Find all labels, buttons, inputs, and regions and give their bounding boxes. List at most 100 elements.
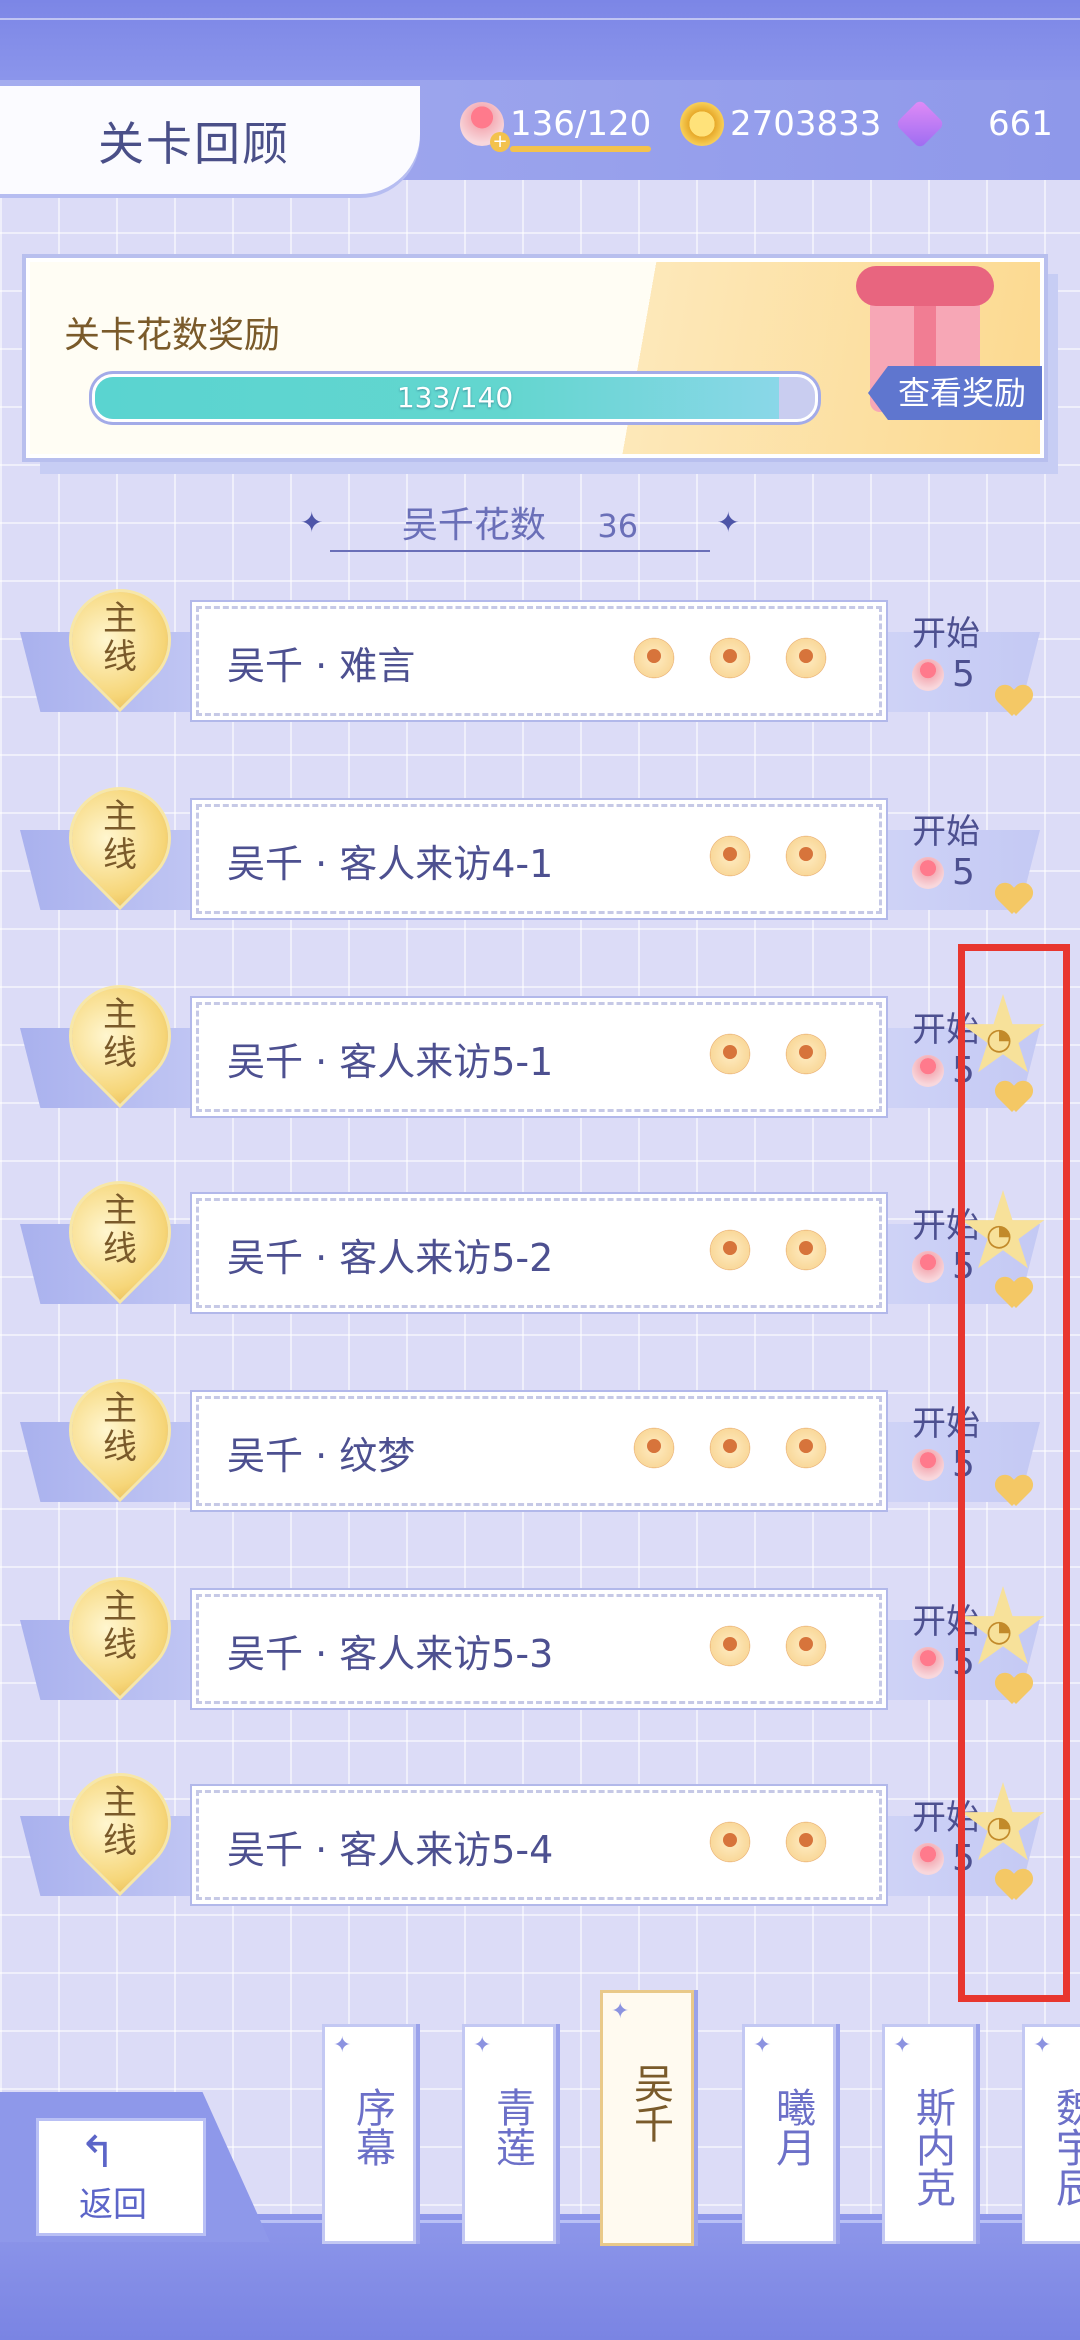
level-card[interactable]: 吴千 · 客人来访5-3 <box>196 1594 882 1704</box>
flower-rating <box>695 1807 841 1877</box>
sparkle-icon: ✦ <box>333 2033 352 2058</box>
level-row[interactable]: 吴千 · 客人来访5-2 主线 开始 5 ◔ <box>20 1164 1045 1328</box>
back-label: 返回 <box>79 2185 147 2225</box>
level-name: 吴千 · 客人来访5-4 <box>227 1828 554 1872</box>
start-button[interactable]: 开始 5 <box>900 804 1040 910</box>
section-title: 吴千花数 <box>401 505 546 546</box>
tab-label: 魏宇辰 <box>1049 2087 1080 2207</box>
tab-label: 曦月 <box>769 2087 815 2167</box>
flower-icon <box>695 1215 765 1285</box>
heart-icon <box>996 686 1032 718</box>
tab-chapter[interactable]: ✦ 魏宇辰 <box>1022 2024 1080 2244</box>
main-story-tag: 主线 <box>52 770 188 910</box>
cake-icon <box>912 1842 944 1875</box>
view-reward-button[interactable]: 查看奖励 <box>867 366 1042 420</box>
cake-icon <box>912 1646 944 1679</box>
level-name: 吴千 · 客人来访4-1 <box>227 842 554 886</box>
tab-chapter[interactable]: ✦ 青莲 <box>462 2024 556 2244</box>
level-row[interactable]: 吴千 · 纹梦 主线 开始 5 <box>20 1362 1040 1526</box>
level-card[interactable]: 吴千 · 客人来访5-1 <box>196 1002 882 1112</box>
flower-icon <box>695 1611 765 1681</box>
sparkle-icon: ✦ <box>300 506 324 539</box>
level-card[interactable]: 吴千 · 客人来访4-1 <box>196 804 882 914</box>
flower-icon <box>771 1611 841 1681</box>
flower-icon <box>771 623 841 693</box>
gem-counter[interactable]: 661 <box>895 98 1068 150</box>
cost-value: 5 <box>952 852 975 893</box>
stamina-cost: 5 <box>912 852 975 893</box>
flower-rating <box>619 1413 841 1483</box>
section-header: ✦ 吴千花数 36 ✦ <box>300 496 740 552</box>
level-row[interactable]: 吴千 · 客人来访5-1 主线 开始 5 ◔ <box>20 968 1045 1132</box>
level-row[interactable]: 吴千 · 客人来访4-1 主线 开始 5 <box>20 770 1040 934</box>
level-row[interactable]: 吴千 · 难言 主线 开始 5 <box>20 572 1040 736</box>
flower-icon <box>619 623 689 693</box>
tag-label: 主线 <box>103 995 137 1073</box>
sparkle-icon: ✦ <box>473 2033 492 2058</box>
cake-icon <box>912 1250 944 1283</box>
flower-rating <box>695 1019 841 1089</box>
sparkle-icon: ✦ <box>611 1999 630 2024</box>
back-button[interactable]: ↰ 返回 <box>36 2118 206 2236</box>
sparkle-icon: ✦ <box>893 2033 912 2058</box>
flower-icon <box>771 1215 841 1285</box>
progress-text: 133/140 <box>396 381 514 414</box>
flower-rating <box>695 1611 841 1681</box>
flower-icon <box>695 623 765 693</box>
start-button[interactable]: 开始 5 <box>900 606 1040 712</box>
tag-label: 主线 <box>103 1783 137 1861</box>
flower-icon <box>771 821 841 891</box>
coin-value: 2703833 <box>730 104 882 144</box>
back-arrow-icon: ↰ <box>79 2127 116 2178</box>
tab-chapter[interactable]: ✦ 曦月 <box>742 2024 836 2244</box>
tab-label: 吴千 <box>627 2063 673 2143</box>
stamina-cost: 5 <box>912 654 975 695</box>
flower-icon <box>619 1413 689 1483</box>
level-row[interactable]: 吴千 · 客人来访5-3 主线 开始 5 ◔ <box>20 1560 1045 1724</box>
tab-chapter[interactable]: ✦ 吴千 <box>600 1990 694 2246</box>
main-story-tag: 主线 <box>52 968 188 1108</box>
highlight-box <box>958 944 1070 2002</box>
flower-icon <box>695 1019 765 1089</box>
cake-icon <box>912 1448 944 1481</box>
sparkle-icon: ✦ <box>753 2033 772 2058</box>
level-name: 吴千 · 客人来访5-3 <box>227 1632 554 1676</box>
tag-label: 主线 <box>103 1389 137 1467</box>
reward-banner: 关卡花数奖励 133/140 查看奖励 <box>26 258 1044 458</box>
section-count: 36 <box>597 507 639 545</box>
tab-label: 序幕 <box>349 2087 395 2167</box>
tab-chapter[interactable]: ✦ 斯内克 <box>882 2024 976 2244</box>
stamina-counter[interactable]: + 136/120 <box>460 98 652 152</box>
level-card[interactable]: 吴千 · 难言 <box>196 606 882 716</box>
gem-value: 661 <box>988 104 1053 144</box>
level-name: 吴千 · 客人来访5-2 <box>227 1236 554 1280</box>
tag-label: 主线 <box>103 1587 137 1665</box>
main-story-tag: 主线 <box>52 572 188 712</box>
flower-rating <box>619 623 841 693</box>
cake-icon <box>912 856 944 889</box>
level-card[interactable]: 吴千 · 客人来访5-2 <box>196 1198 882 1308</box>
tab-label: 青莲 <box>489 2087 535 2167</box>
main-story-tag: 主线 <box>52 1362 188 1502</box>
sparkle-icon: ✦ <box>1033 2033 1052 2058</box>
level-row[interactable]: 吴千 · 客人来访5-4 主线 开始 5 ◔ <box>20 1756 1045 1920</box>
level-name: 吴千 · 客人来访5-1 <box>227 1040 554 1084</box>
main-story-tag: 主线 <box>52 1164 188 1304</box>
coin-counter[interactable]: 2703833 <box>680 98 881 150</box>
stamina-value: 136/120 <box>510 104 652 144</box>
tab-chapter[interactable]: ✦ 序幕 <box>322 2024 416 2244</box>
flower-icon <box>771 1807 841 1877</box>
top-decor-strip <box>0 0 1080 90</box>
level-card[interactable]: 吴千 · 客人来访5-4 <box>196 1790 882 1900</box>
tag-label: 主线 <box>103 797 137 875</box>
flower-icon <box>771 1019 841 1089</box>
heart-icon <box>996 884 1032 916</box>
cost-value: 5 <box>952 654 975 695</box>
start-label: 开始 <box>912 614 980 654</box>
main-story-tag: 主线 <box>52 1756 188 1896</box>
level-card[interactable]: 吴千 · 纹梦 <box>196 1396 882 1506</box>
flower-icon <box>695 1807 765 1877</box>
tab-label: 斯内克 <box>909 2087 955 2207</box>
sparkle-icon: ✦ <box>716 506 740 539</box>
start-label: 开始 <box>912 812 980 852</box>
